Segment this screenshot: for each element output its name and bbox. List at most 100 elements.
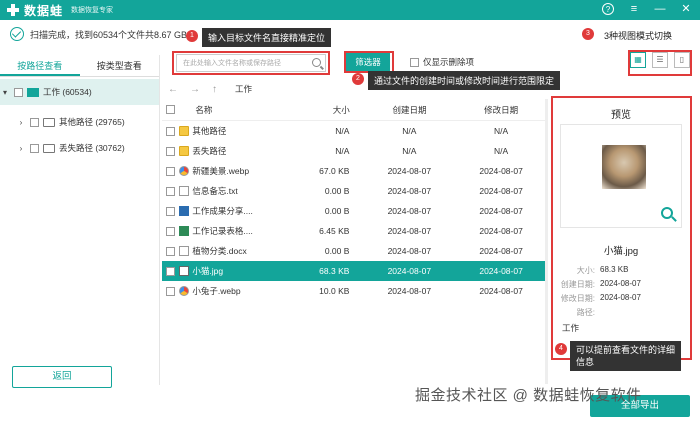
- forward-arrow-icon[interactable]: →: [190, 84, 200, 95]
- tree-item-work[interactable]: ▾ 工作 (60534): [0, 79, 159, 105]
- file-name: 其他路径: [192, 126, 227, 136]
- file-table: 名称 大小 创建日期 修改日期 其他路径 N/A N/A N/A 丢失路径 N/A N/A N…: [162, 99, 547, 301]
- table-row[interactable]: 其他路径 N/A N/A N/A: [162, 121, 547, 141]
- preview-title: 预览: [611, 110, 631, 121]
- file-created: N/A: [402, 126, 417, 136]
- preview-modified-label: 修改日期:: [560, 294, 595, 303]
- callout-3: 3种视图模式切换: [604, 31, 673, 41]
- app-subtitle: 数据恢复专家: [71, 7, 114, 14]
- folder-icon: [43, 117, 55, 127]
- tree-item-lost[interactable]: › 丢失路径 (30762): [0, 135, 159, 161]
- app-name: 数据蛙: [24, 3, 64, 18]
- callout-4-badge: 4: [555, 343, 567, 355]
- file-modified: 2024-08-07: [479, 246, 523, 256]
- chevron-right-icon[interactable]: ›: [16, 118, 26, 127]
- file-name: 工作成果分享....: [192, 206, 253, 216]
- path-bar: ← → ↑ 工作: [162, 79, 547, 99]
- file-size: N/A: [335, 146, 350, 156]
- row-checkbox[interactable]: [166, 286, 176, 296]
- zoom-icon[interactable]: [661, 207, 673, 219]
- highlight-filter: [344, 51, 394, 73]
- show-deleted-checkbox[interactable]: [410, 57, 419, 67]
- back-arrow-icon[interactable]: ←: [168, 84, 178, 95]
- preview-panel: 预览 小猫.jpg 大小: 68.3 KB 创建日期: 2024-08-07 修…: [552, 98, 690, 356]
- logo-plus-icon: [6, 3, 20, 17]
- chevron-right-icon[interactable]: ›: [16, 144, 26, 153]
- table-scrollbar[interactable]: [545, 99, 548, 384]
- table-row[interactable]: 新疆美景.webp 67.0 KB 2024-08-07 2024-08-07: [162, 161, 547, 181]
- file-modified: 2024-08-07: [479, 186, 523, 196]
- tab-by-type[interactable]: 按类型查看: [80, 55, 160, 76]
- excel-file-icon: [179, 226, 190, 236]
- up-arrow-icon[interactable]: ↑: [212, 84, 217, 95]
- show-deleted-toggle[interactable]: 仅显示删除项: [406, 56, 474, 68]
- scan-status: 扫描完成，找到60534个文件共8.67 GB: [0, 20, 700, 48]
- preview-modified-value: 2024-08-07: [600, 293, 641, 302]
- folder-icon: [179, 146, 190, 156]
- file-created: 2024-08-07: [387, 266, 432, 276]
- tree-item-other[interactable]: › 其他路径 (29765): [0, 109, 159, 135]
- file-created: 2024-08-07: [387, 186, 432, 196]
- file-size: 6.45 KB: [319, 226, 350, 236]
- row-checkbox[interactable]: [166, 126, 176, 136]
- select-all-checkbox[interactable]: [166, 105, 176, 114]
- row-checkbox[interactable]: [166, 246, 176, 256]
- file-created: 2024-08-07: [387, 286, 432, 296]
- preview-image: [602, 145, 646, 189]
- row-checkbox[interactable]: [166, 206, 176, 216]
- help-icon[interactable]: ?: [602, 3, 614, 15]
- callout-1: 输入目标文件名直接精准定位: [202, 28, 332, 47]
- text-file-icon: [179, 186, 190, 196]
- row-checkbox[interactable]: [166, 226, 176, 236]
- tree-item-label: 工作 (60534): [43, 87, 92, 97]
- file-size: 68.3 KB: [319, 266, 350, 276]
- table-row[interactable]: 小兔子.webp 10.0 KB 2024-08-07 2024-08-07: [162, 281, 547, 301]
- table-row[interactable]: 丢失路径 N/A N/A N/A: [162, 141, 547, 161]
- tree-checkbox[interactable]: [30, 117, 39, 127]
- col-created[interactable]: 创建日期: [364, 104, 456, 116]
- preview-path-value: 工作: [562, 323, 580, 333]
- file-name: 小猫.jpg: [192, 266, 224, 276]
- highlight-view-modes: [628, 50, 692, 76]
- show-deleted-label: 仅显示删除项: [423, 57, 475, 67]
- table-row[interactable]: 工作成果分享.... 0.00 B 2024-08-07 2024-08-07: [162, 201, 547, 221]
- file-modified: N/A: [494, 146, 509, 156]
- preview-size-row: 大小: 68.3 KB: [552, 265, 690, 276]
- minimize-icon[interactable]: —: [654, 3, 666, 15]
- menu-icon[interactable]: ≡: [628, 3, 640, 15]
- tab-by-path[interactable]: 按路径查看: [0, 55, 80, 76]
- row-checkbox[interactable]: [166, 146, 176, 156]
- row-checkbox[interactable]: [166, 186, 176, 196]
- chevron-down-icon[interactable]: ▾: [0, 88, 10, 97]
- watermark: 掘金技术社区 @ 数据蛙恢复软件: [415, 387, 642, 404]
- table-row[interactable]: 小猫.jpg 68.3 KB 2024-08-07 2024-08-07: [162, 261, 547, 281]
- row-checkbox[interactable]: [166, 266, 176, 276]
- table-row[interactable]: 植物分类.docx 0.00 B 2024-08-07 2024-08-07: [162, 241, 547, 261]
- file-modified: N/A: [494, 126, 509, 136]
- file-created: 2024-08-07: [387, 166, 432, 176]
- file-size: 0.00 B: [324, 206, 350, 216]
- table-row[interactable]: 工作记录表格.... 6.45 KB 2024-08-07 2024-08-07: [162, 221, 547, 241]
- callout-1-badge: 1: [186, 30, 198, 42]
- file-size: 0.00 B: [324, 186, 350, 196]
- row-checkbox[interactable]: [166, 166, 176, 176]
- tree-item-label: 其他路径 (29765): [59, 117, 125, 127]
- preview-file-name: 小猫.jpg: [603, 246, 639, 257]
- back-button[interactable]: 返回: [12, 366, 112, 388]
- preview-created-label: 创建日期:: [560, 280, 595, 289]
- table-header: 名称 大小 创建日期 修改日期: [162, 99, 547, 121]
- app-logo: 数据蛙 数据恢复专家: [6, 2, 113, 19]
- col-modified[interactable]: 修改日期: [455, 104, 547, 116]
- tree-checkbox[interactable]: [30, 143, 39, 153]
- preview-modified-row: 修改日期: 2024-08-07: [552, 293, 690, 304]
- col-size[interactable]: 大小: [272, 104, 364, 116]
- tree-checkbox[interactable]: [14, 87, 23, 97]
- file-name: 工作记录表格....: [192, 226, 253, 236]
- tree-item-label: 丢失路径 (30762): [59, 143, 125, 153]
- close-icon[interactable]: ✕: [680, 3, 692, 15]
- col-name[interactable]: 名称: [179, 104, 271, 116]
- table-row[interactable]: 信息备忘.txt 0.00 B 2024-08-07 2024-08-07: [162, 181, 547, 201]
- word-file-icon: [179, 206, 190, 216]
- preview-path-label: 路径:: [576, 308, 595, 317]
- current-path: 工作: [235, 84, 253, 94]
